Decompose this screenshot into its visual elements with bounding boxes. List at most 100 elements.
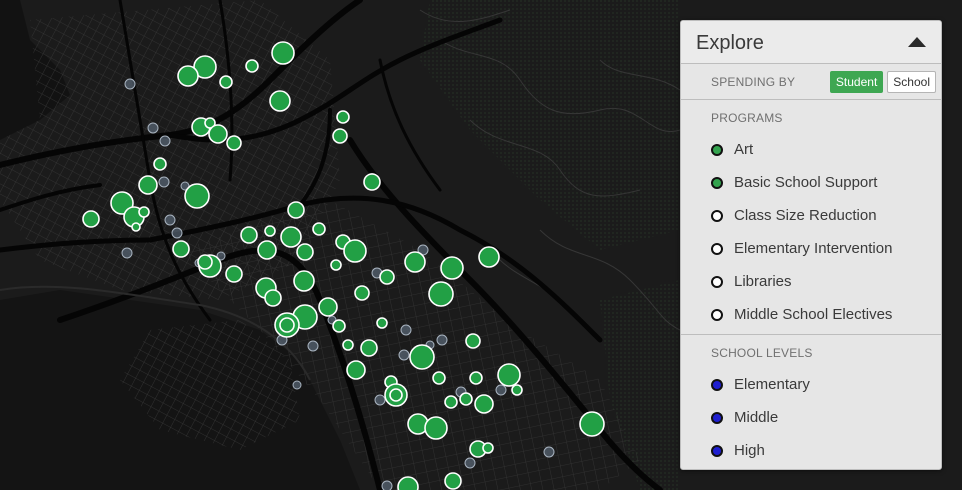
school-marker[interactable] — [444, 395, 458, 409]
school-marker-inactive[interactable] — [124, 78, 136, 90]
school-marker[interactable] — [409, 344, 435, 370]
school-marker[interactable] — [343, 239, 367, 263]
map[interactable]: Explore SPENDING BY Student School PROGR… — [0, 0, 962, 490]
school-marker[interactable] — [184, 183, 210, 209]
school-levels-label: SCHOOL LEVELS — [711, 346, 813, 360]
school-marker[interactable] — [332, 319, 346, 333]
radio-selected-icon — [711, 444, 723, 457]
school-marker[interactable] — [342, 339, 354, 351]
program-item-class-size-reduction[interactable]: Class Size Reduction — [711, 199, 941, 232]
program-label: Libraries — [734, 273, 792, 290]
school-marker-inactive[interactable] — [436, 334, 448, 346]
school-marker-inactive[interactable] — [158, 176, 170, 188]
school-marker[interactable] — [478, 246, 500, 268]
school-marker-inactive[interactable] — [159, 135, 171, 147]
collapse-toggle[interactable] — [907, 35, 927, 49]
school-marker[interactable] — [459, 392, 473, 406]
school-marker-inactive[interactable] — [164, 214, 176, 226]
level-label: Middle — [734, 409, 779, 426]
radio-empty-icon — [711, 308, 723, 321]
school-marker[interactable] — [482, 442, 494, 454]
school-marker[interactable] — [424, 416, 448, 440]
school-marker-inactive[interactable] — [307, 340, 319, 352]
school-marker-inactive[interactable] — [171, 227, 183, 239]
school-marker-inactive[interactable] — [374, 394, 386, 406]
school-marker[interactable] — [82, 210, 100, 228]
school-marker[interactable] — [354, 285, 370, 301]
student-toggle-button[interactable]: Student — [829, 70, 884, 93]
school-marker-inactive[interactable] — [400, 324, 412, 336]
school-marker[interactable] — [269, 90, 291, 112]
school-marker[interactable] — [226, 135, 242, 151]
school-marker[interactable] — [474, 394, 494, 414]
school-marker[interactable] — [346, 360, 366, 380]
school-marker[interactable] — [332, 128, 348, 144]
school-marker[interactable] — [465, 333, 481, 349]
school-marker[interactable] — [428, 281, 454, 307]
school-marker[interactable] — [271, 41, 295, 65]
school-marker-inactive[interactable] — [543, 446, 555, 458]
program-item-art[interactable]: Art — [711, 133, 941, 166]
school-marker[interactable] — [432, 371, 446, 385]
school-marker[interactable] — [511, 384, 523, 396]
school-marker[interactable] — [172, 240, 190, 258]
school-marker[interactable] — [469, 371, 483, 385]
school-marker[interactable] — [397, 476, 419, 490]
school-marker-inactive[interactable] — [292, 380, 302, 390]
level-item-elementary[interactable]: Elementary — [711, 368, 941, 401]
school-marker[interactable] — [138, 175, 158, 195]
school-marker[interactable] — [293, 270, 315, 292]
school-marker-inactive[interactable] — [398, 349, 410, 361]
program-item-libraries[interactable]: Libraries — [711, 265, 941, 298]
school-marker[interactable] — [219, 75, 233, 89]
school-marker[interactable] — [257, 240, 277, 260]
school-marker[interactable] — [279, 317, 295, 333]
school-marker[interactable] — [153, 157, 167, 171]
school-toggle-button[interactable]: School — [887, 70, 936, 93]
school-marker[interactable] — [138, 206, 150, 218]
school-marker-inactive[interactable] — [147, 122, 159, 134]
program-item-middle-school-electives[interactable]: Middle School Electives — [711, 298, 941, 331]
school-marker[interactable] — [245, 59, 259, 73]
school-marker[interactable] — [376, 317, 388, 329]
program-label: Elementary Intervention — [734, 240, 893, 257]
school-marker[interactable] — [280, 226, 302, 248]
school-marker[interactable] — [336, 110, 350, 124]
school-marker[interactable] — [296, 243, 314, 261]
school-marker[interactable] — [318, 297, 338, 317]
school-marker[interactable] — [312, 222, 326, 236]
school-marker[interactable] — [131, 222, 141, 232]
school-marker[interactable] — [404, 251, 426, 273]
school-marker[interactable] — [440, 256, 464, 280]
school-marker[interactable] — [240, 226, 258, 244]
school-marker[interactable] — [360, 339, 378, 357]
program-item-basic-school-support[interactable]: Basic School Support — [711, 166, 941, 199]
program-item-elementary-intervention[interactable]: Elementary Intervention — [711, 232, 941, 265]
level-item-high[interactable]: High — [711, 434, 941, 467]
school-marker[interactable] — [264, 225, 276, 237]
school-marker[interactable] — [264, 289, 282, 307]
level-item-middle[interactable]: Middle — [711, 401, 941, 434]
radio-selected-icon — [711, 143, 723, 156]
school-marker[interactable] — [177, 65, 199, 87]
school-marker[interactable] — [379, 269, 395, 285]
school-marker-inactive[interactable] — [381, 480, 393, 490]
school-marker-inactive[interactable] — [495, 384, 507, 396]
radio-empty-icon — [711, 242, 723, 255]
school-marker[interactable] — [389, 388, 403, 402]
school-marker[interactable] — [497, 363, 521, 387]
school-marker[interactable] — [579, 411, 605, 437]
school-marker[interactable] — [330, 259, 342, 271]
school-marker[interactable] — [225, 265, 243, 283]
panel-header[interactable]: Explore — [681, 21, 941, 64]
school-marker[interactable] — [287, 201, 305, 219]
school-marker[interactable] — [197, 254, 213, 270]
level-label: Elementary — [734, 376, 810, 393]
school-marker-inactive[interactable] — [121, 247, 133, 259]
spending-toggle-group: Student School — [829, 70, 936, 93]
school-marker[interactable] — [208, 124, 228, 144]
school-marker[interactable] — [444, 472, 462, 490]
school-marker-inactive[interactable] — [464, 457, 476, 469]
school-marker[interactable] — [363, 173, 381, 191]
programs-label: PROGRAMS — [711, 111, 783, 125]
